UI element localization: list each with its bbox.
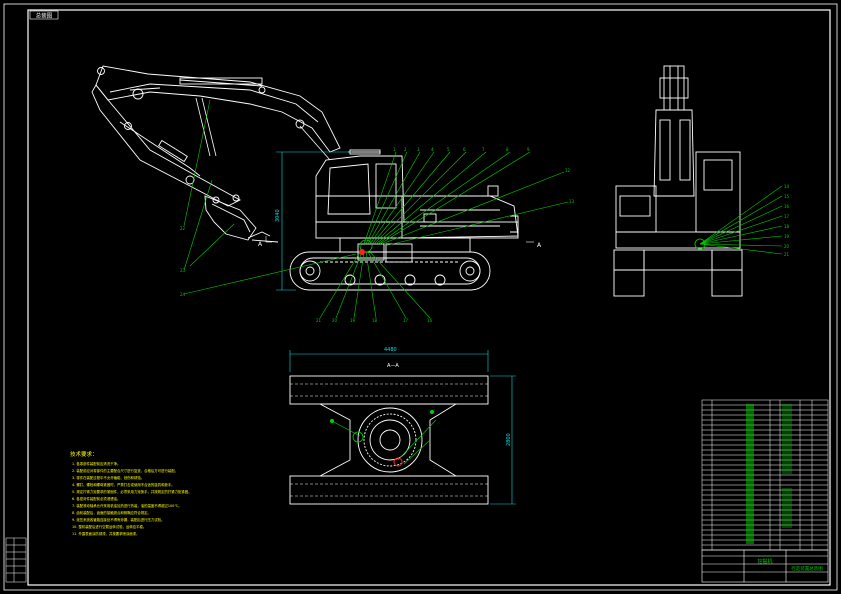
cad-drawing-canvas: 总装图 3040 A A 1 2 3 4 5 6 7 8 9 12 13 21 … [0,0,841,594]
balloon: 21 [316,318,322,323]
balloon: 22 [180,226,186,231]
balloon: 19 [350,318,356,323]
balloon: 17 [403,318,409,323]
note-item: 3. 零件在装配过程中不允许磕碰、划伤和锈蚀。 [72,475,144,480]
side-height-dimension-text: 3040 [275,209,281,222]
balloon: 20 [784,244,790,249]
top-width-dimension-text: 2800 [506,433,512,446]
note-item: 7. 装配滚动轴承允许采用机油加热进行热装，油的温度不得超过100℃。 [72,503,182,508]
section-label: A—A [387,363,399,369]
note-item: 10. 整机装配后进行空载运转试验，运转应平稳。 [72,524,146,529]
balloon: 16 [784,204,790,209]
top-length-dimension-text: 4480 [384,347,397,353]
note-item: 2. 装配前应对零部件的主要配合尺寸进行复查，合格后方可进行装配。 [72,468,178,473]
corner-tag-text: 总装图 [36,12,53,20]
balloon: 18 [372,318,378,323]
balloon: 16 [427,318,433,323]
drawing-title: 挖掘机 [757,558,772,565]
note-item: 1. 各零部件装配前应清洗干净。 [72,461,120,466]
notes-title: 技术要求： [70,450,98,458]
balloon: 17 [784,214,790,219]
note-item: 6. 各密封件装配前必须浸透油。 [72,496,120,501]
balloon: 21 [784,252,790,257]
balloon: 12 [565,168,571,173]
balloon: 20 [332,318,338,323]
note-item: 4. 螺钉、螺栓和螺母紧固时，严禁打击或使用不合适的旋具和扳手。 [72,482,175,487]
balloon: 18 [784,224,790,229]
note-item: 8. 齿轮装配后，齿面的接触斑点和侧隙应符合规定。 [72,510,151,515]
balloon: 14 [784,184,790,189]
balloon: 19 [784,234,790,239]
note-item: 11. 外露表面涂防锈漆，并按要求喷涂面漆。 [72,531,140,536]
drawing-subtitle: 行走装置总装图 [791,565,823,572]
balloon: 13 [569,199,575,204]
balloon: 15 [784,194,790,199]
note-item: 9. 液压系统各管路连接处不得有渗漏，装配后进行压力试验。 [72,517,164,522]
note-item: 5. 规定拧紧力矩要求的紧固件，必须采用力矩扳手，并按规定的拧紧力矩紧固。 [72,489,192,494]
balloon: 23 [180,268,186,273]
balloon: 24 [180,292,186,297]
